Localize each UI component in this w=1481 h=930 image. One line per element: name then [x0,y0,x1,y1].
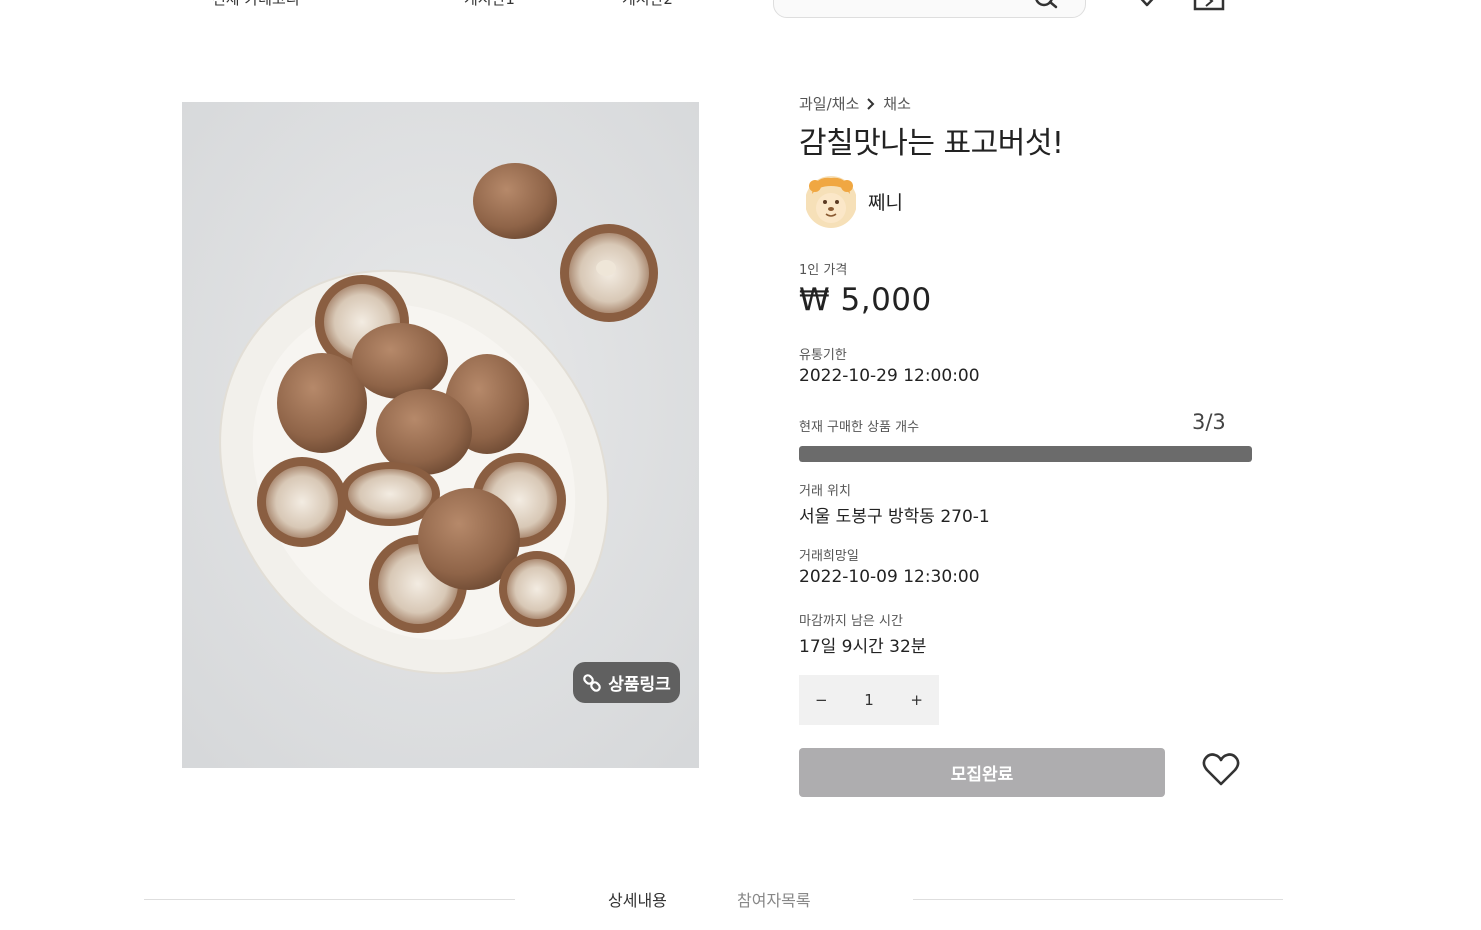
location-label: 거래 위치 [799,484,851,499]
seller-info: 쩨니 [806,172,903,230]
trade-date-value: 2022-10-09 12:30:00 [799,567,980,587]
product-image: 상품링크 [182,102,699,768]
quantity-value: 1 [864,691,874,709]
search-icon[interactable] [1033,0,1059,17]
price-value: ₩ 5,000 [799,282,932,318]
chevron-right-icon [867,97,875,110]
purchased-count-label: 현재 구매한 상품 개수 [799,420,920,435]
tab-detail[interactable]: 상세내용 [608,887,667,911]
search-input[interactable] [773,0,1086,18]
tab-participants[interactable]: 참여자목록 [737,887,811,911]
purchase-progress-fill [799,446,1252,462]
tab-divider-right [913,899,1283,900]
remaining-time-label: 마감까지 남은 시간 [799,614,903,629]
cart-icon[interactable] [1193,0,1227,12]
wishlist-heart-icon[interactable] [1202,753,1240,787]
breadcrumb-category[interactable]: 과일/채소 [799,93,859,114]
remaining-time-value: 17일 9시간 32분 [799,637,927,657]
link-icon [583,673,602,692]
breadcrumb-subcategory[interactable]: 채소 [883,93,911,114]
recruit-complete-button[interactable]: 모집완료 [799,748,1165,797]
quantity-stepper: − 1 + [799,675,939,725]
header: 전체 카테고리 게시판1 게시판2 [0,0,1481,30]
product-title: 감칠맛나는 표고버섯! [799,126,1064,161]
heart-icon[interactable] [1131,0,1163,12]
expiry-label: 유통기한 [799,348,847,363]
nav-board-1[interactable]: 게시판1 [464,0,515,9]
quantity-increase-button[interactable]: + [910,691,923,709]
breadcrumb: 과일/채소 채소 [799,93,911,114]
nav-all-categories[interactable]: 전체 카테고리 [212,0,300,9]
purchased-count-value: 3/3 [1192,410,1226,434]
product-link-button[interactable]: 상품링크 [573,662,680,703]
expiry-value: 2022-10-29 12:00:00 [799,366,980,386]
location-value: 서울 도봉구 방학동 270-1 [799,507,990,527]
product-link-label: 상품링크 [608,675,671,695]
trade-date-label: 거래희망일 [799,549,859,564]
nav-board-2[interactable]: 게시판2 [622,0,673,9]
quantity-decrease-button[interactable]: − [815,691,828,709]
avatar [806,176,856,228]
purchase-progress-bar [799,446,1252,462]
seller-name[interactable]: 쩨니 [868,188,903,215]
tab-divider-left [144,899,515,900]
price-label: 1인 가격 [799,263,848,278]
